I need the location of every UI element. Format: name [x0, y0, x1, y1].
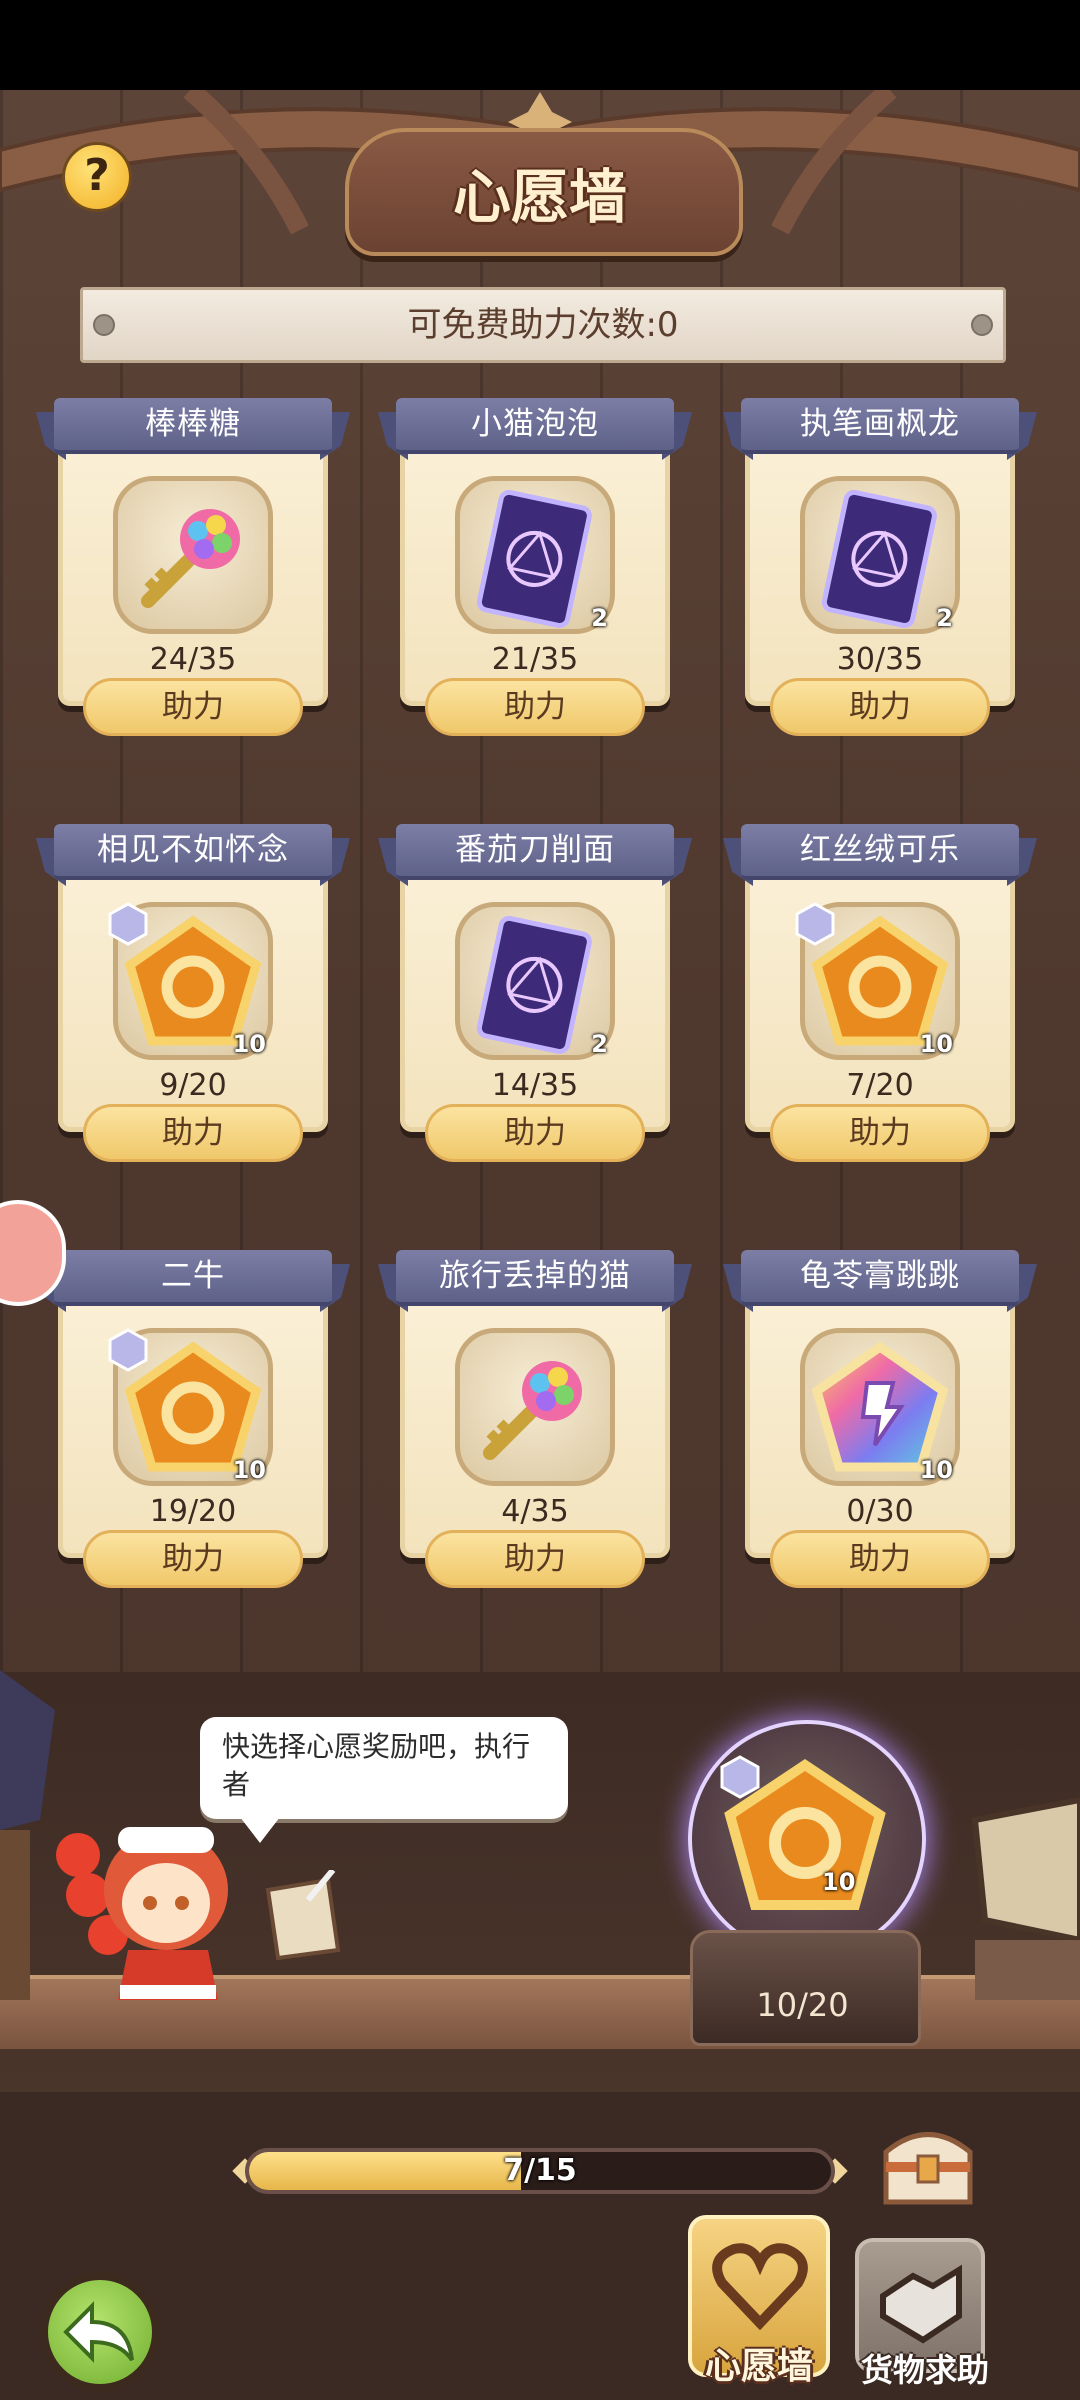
type-badge-icon — [108, 1328, 148, 1372]
wish-item-qty: 2 — [591, 604, 608, 632]
wish-progress: 21/35 — [491, 642, 579, 677]
wish-item-qty: 2 — [591, 1030, 608, 1058]
assist-button[interactable]: 助力 — [83, 1104, 303, 1162]
wish-name: 二牛 — [161, 1258, 225, 1294]
type-badge-icon — [108, 902, 148, 946]
merchant-goods-icon — [971, 1796, 1080, 2000]
heart-icon — [712, 2243, 808, 2331]
wish-name-ribbon: 相见不如怀念 — [36, 820, 350, 886]
assist-button[interactable]: 助力 — [425, 1530, 645, 1588]
reward-progress-text: 7/15 — [503, 2153, 577, 2188]
back-arrow-icon — [63, 2301, 134, 2363]
wish-name-ribbon: 龟苓膏跳跳 — [723, 1246, 1037, 1312]
tab-wish-wall-label: 心愿墙 — [704, 2346, 813, 2387]
notebook-icon — [265, 1870, 341, 1960]
rainbow-key-icon — [460, 1333, 610, 1487]
purple-card-icon — [805, 481, 955, 635]
wish-item-slot[interactable] — [113, 476, 273, 634]
wish-card[interactable]: 红丝绒可乐 10 7/20 助力 — [723, 820, 1037, 1162]
wish-progress: 30/35 — [836, 642, 924, 677]
wish-card[interactable]: 相见不如怀念 10 9/20 助力 — [36, 820, 350, 1162]
free-assist-bar: 可免费助力次数:0 — [80, 287, 1006, 363]
free-assist-count: 可免费助力次数:0 — [407, 305, 679, 345]
wish-card[interactable]: 小猫泡泡 2 21/35 助力 — [378, 394, 692, 736]
my-wish-qty: 10 — [822, 1868, 856, 1896]
wish-name-ribbon: 二牛 — [36, 1246, 350, 1312]
purple-card-icon — [460, 907, 610, 1061]
wish-progress: 0/30 — [846, 1494, 914, 1529]
back-button[interactable] — [40, 2272, 160, 2392]
wish-item-qty: 10 — [232, 1456, 266, 1484]
wish-name-ribbon: 小猫泡泡 — [378, 394, 692, 460]
wish-name-ribbon: 棒棒糖 — [36, 394, 350, 460]
wish-item-qty: 10 — [919, 1030, 953, 1058]
wish-name: 执笔画枫龙 — [800, 406, 960, 442]
wish-name: 红丝绒可乐 — [800, 832, 960, 868]
page-title: 心愿墙 — [452, 163, 627, 231]
status-bar — [0, 0, 1080, 90]
assist-button[interactable]: 助力 — [83, 678, 303, 736]
wish-name-ribbon: 红丝绒可乐 — [723, 820, 1037, 886]
assist-button[interactable]: 助力 — [770, 678, 990, 736]
assist-button[interactable]: 助力 — [770, 1104, 990, 1162]
wish-name: 相见不如怀念 — [97, 832, 289, 868]
wish-name-ribbon: 番茄刀削面 — [378, 820, 692, 886]
wish-name: 棒棒糖 — [145, 406, 241, 442]
assist-button[interactable]: 助力 — [425, 1104, 645, 1162]
wish-progress: 19/20 — [149, 1494, 237, 1529]
screen: 心愿墙 ? 可免费助力次数:0 棒棒糖 24/35 助力 小猫泡泡 2 21/35 助力 执笔… — [0, 0, 1080, 2400]
assist-button[interactable]: 助力 — [770, 1530, 990, 1588]
purple-card-icon — [460, 481, 610, 635]
wish-progress: 9/20 — [159, 1068, 227, 1103]
tab-goods-help-label: 货物求助 — [860, 2351, 989, 2389]
handshake-icon — [880, 2264, 962, 2344]
wish-name: 番茄刀削面 — [455, 832, 615, 868]
wish-progress: 14/35 — [491, 1068, 579, 1103]
wish-item-qty: 10 — [919, 1456, 953, 1484]
wish-item-slot[interactable] — [455, 1328, 615, 1486]
wish-name: 旅行丢掉的猫 — [439, 1258, 631, 1294]
wish-progress: 24/35 — [149, 642, 237, 677]
wish-progress: 7/20 — [846, 1068, 914, 1103]
wish-card[interactable]: 旅行丢掉的猫 4/35 助力 — [378, 1246, 692, 1588]
type-badge-icon — [720, 1755, 760, 1799]
wish-card[interactable]: 棒棒糖 24/35 助力 — [36, 394, 350, 736]
my-wish-progress: 10/20 — [756, 1986, 849, 2024]
rainbow-key-icon — [118, 481, 268, 635]
help-button[interactable]: ? — [62, 142, 132, 212]
npc-character — [56, 1827, 228, 2000]
wish-name: 龟苓膏跳跳 — [800, 1258, 960, 1294]
wish-progress: 4/35 — [501, 1494, 569, 1529]
wish-name-ribbon: 旅行丢掉的猫 — [378, 1246, 692, 1312]
wish-card[interactable]: 执笔画枫龙 2 30/35 助力 — [723, 394, 1037, 736]
treasure-chest-icon[interactable] — [878, 2122, 978, 2214]
wish-card[interactable]: 番茄刀削面 2 14/35 助力 — [378, 820, 692, 1162]
assist-button[interactable]: 助力 — [425, 678, 645, 736]
npc-speech: 快选择心愿奖励吧，执行者 — [222, 1730, 531, 1801]
wish-name-ribbon: 执笔画枫龙 — [723, 394, 1037, 460]
wish-card[interactable]: 二牛 10 19/20 助力 — [36, 1246, 350, 1588]
assist-button[interactable]: 助力 — [83, 1530, 303, 1588]
type-badge-icon — [795, 902, 835, 946]
wish-item-qty: 2 — [936, 604, 953, 632]
wish-card[interactable]: 龟苓膏跳跳 10 0/30 助力 — [723, 1246, 1037, 1588]
wish-name: 小猫泡泡 — [471, 406, 599, 442]
wish-item-qty: 10 — [232, 1030, 266, 1058]
